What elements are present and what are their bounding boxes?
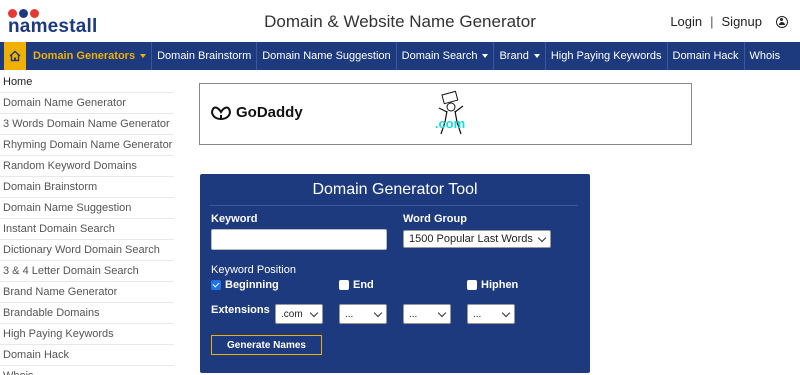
sidebar-item-dictionary-word-search[interactable]: Dictionary Word Domain Search	[0, 240, 174, 261]
godaddy-mark-icon	[211, 106, 231, 120]
sidebar-item-rhyming-generator[interactable]: Rhyming Domain Name Generator	[0, 135, 174, 156]
word-group-select[interactable]: 1500 Popular Last Words	[403, 230, 551, 248]
position-hiphen-label: Hiphen	[481, 279, 519, 291]
extensions-label: Extensions	[211, 304, 270, 316]
nav-label: Domain Hack	[672, 50, 739, 62]
nav-label: Domain Generators	[33, 50, 136, 62]
dot-com-text: .com	[435, 116, 465, 131]
login-link[interactable]: Login	[670, 14, 702, 29]
auth-links: Login | Signup	[670, 14, 788, 29]
word-group-label: Word Group	[403, 213, 467, 225]
caret-down-icon	[140, 54, 147, 58]
godaddy-wordmark: GoDaddy	[236, 104, 303, 121]
extension-value: ...	[473, 308, 482, 320]
extension-select-2[interactable]: ...	[339, 304, 387, 324]
chevron-down-icon	[309, 308, 319, 317]
position-end[interactable]: End	[339, 279, 374, 291]
generate-names-button[interactable]: Generate Names	[211, 335, 322, 355]
checkbox-checked-icon[interactable]	[211, 280, 221, 290]
home-icon	[9, 50, 21, 62]
position-beginning[interactable]: Beginning	[211, 279, 279, 291]
extension-value: ...	[345, 308, 354, 320]
keyword-position-label: Keyword Position	[211, 264, 296, 276]
nav-label: Domain Name Suggestion	[262, 50, 391, 62]
sidebar-item-domain-brainstorm[interactable]: Domain Brainstorm	[0, 177, 174, 198]
nav-label: Brand	[499, 50, 529, 62]
nav-label: Domain Brainstorm	[157, 50, 252, 62]
user-circle-icon[interactable]	[776, 15, 788, 28]
sidebar-item-domain-name-suggestion[interactable]: Domain Name Suggestion	[0, 198, 174, 219]
sidebar-item-domain-name-generator[interactable]: Domain Name Generator	[0, 93, 174, 114]
keyword-label: Keyword	[211, 213, 258, 225]
nav-whois[interactable]: Whois	[745, 42, 786, 70]
main-navbar: Domain Generators Domain Brainstorm Doma…	[0, 42, 800, 70]
extension-select-1[interactable]: .com	[275, 304, 323, 324]
signup-link[interactable]: Signup	[722, 14, 762, 29]
sidebar-item-brand-name-generator[interactable]: Brand Name Generator	[0, 282, 174, 303]
nav-high-paying-keywords[interactable]: High Paying Keywords	[546, 42, 668, 70]
nav-label: Whois	[749, 50, 781, 62]
auth-separator: |	[710, 14, 714, 29]
sidebar-item-3-words-generator[interactable]: 3 Words Domain Name Generator	[0, 114, 174, 135]
chevron-down-icon	[501, 308, 511, 317]
chevron-down-icon	[437, 308, 447, 317]
sidebar-item-3-4-letter-search[interactable]: 3 & 4 Letter Domain Search	[0, 261, 174, 282]
extension-select-3[interactable]: ...	[403, 304, 451, 324]
nav-label: Domain Search	[401, 50, 478, 62]
nav-domain-search[interactable]: Domain Search	[397, 42, 495, 70]
chevron-down-icon	[537, 233, 547, 242]
position-beginning-label: Beginning	[225, 279, 279, 291]
sidebar-item-instant-domain-search[interactable]: Instant Domain Search	[0, 219, 174, 240]
chevron-down-icon	[373, 308, 383, 317]
keyword-input[interactable]	[211, 229, 387, 250]
sidebar-item-random-keyword-domains[interactable]: Random Keyword Domains	[0, 156, 174, 177]
sidebar-menu: Home Domain Name Generator 3 Words Domai…	[0, 72, 174, 375]
extension-value: ...	[409, 308, 418, 320]
godaddy-ad-banner[interactable]: GoDaddy .com	[199, 83, 692, 145]
nav-domain-hack[interactable]: Domain Hack	[668, 42, 745, 70]
checkbox-icon[interactable]	[467, 280, 477, 290]
checkbox-icon[interactable]	[339, 280, 349, 290]
caret-down-icon	[482, 54, 489, 58]
nav-label: High Paying Keywords	[550, 50, 662, 62]
sidebar-item-brandable-domains[interactable]: Brandable Domains	[0, 303, 174, 324]
title-divider	[210, 205, 578, 206]
sidebar-item-domain-hack[interactable]: Domain Hack	[0, 345, 174, 366]
word-group-value: 1500 Popular Last Words	[409, 233, 533, 245]
caret-down-icon	[533, 54, 540, 58]
sidebar-item-home[interactable]: Home	[0, 72, 174, 93]
nav-brand[interactable]: Brand	[494, 42, 546, 70]
tool-title: Domain Generator Tool	[312, 181, 478, 198]
extension-select-4[interactable]: ...	[467, 304, 515, 324]
dot-com-illustration: .com	[435, 90, 465, 135]
nav-domain-name-suggestion[interactable]: Domain Name Suggestion	[257, 42, 397, 70]
godaddy-logo: GoDaddy	[210, 104, 303, 121]
nav-domain-brainstorm[interactable]: Domain Brainstorm	[152, 42, 258, 70]
nav-home-button[interactable]	[4, 42, 26, 70]
nav-domain-generators[interactable]: Domain Generators	[28, 42, 153, 70]
position-end-label: End	[353, 279, 374, 291]
domain-generator-tool: Domain Generator Tool Keyword Word Group…	[200, 174, 590, 373]
site-header: namestall Domain & Website Name Generato…	[0, 0, 800, 42]
extension-value: .com	[281, 308, 303, 320]
sidebar-item-whois[interactable]: Whois	[0, 366, 174, 375]
position-hiphen[interactable]: Hiphen	[467, 279, 518, 291]
sidebar-item-high-paying-keywords[interactable]: High Paying Keywords	[0, 324, 174, 345]
